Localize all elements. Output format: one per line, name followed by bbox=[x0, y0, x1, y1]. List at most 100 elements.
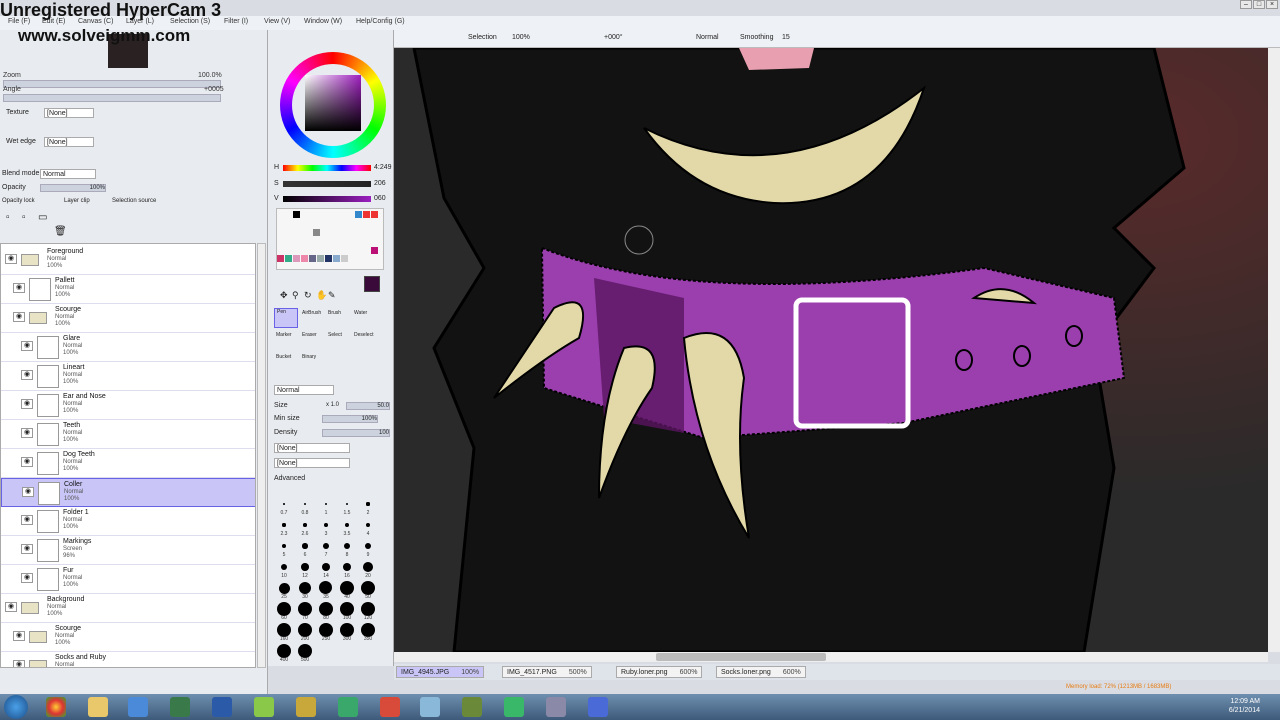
layer-row[interactable]: ◉ Coller Normal 100% bbox=[1, 478, 255, 507]
tool-select[interactable]: Select bbox=[328, 332, 342, 338]
texture-select[interactable]: [None] bbox=[44, 108, 94, 118]
visibility-eye-icon[interactable]: ◉ bbox=[21, 370, 33, 380]
swatch[interactable] bbox=[325, 255, 332, 262]
saturation-value-square[interactable] bbox=[305, 75, 361, 131]
swatch[interactable] bbox=[309, 255, 316, 262]
menu-view[interactable]: View (V) bbox=[264, 18, 290, 25]
visibility-eye-icon[interactable]: ◉ bbox=[21, 428, 33, 438]
layer-row[interactable]: ◉ Lineart Normal 100% bbox=[1, 362, 255, 391]
opacity-lock[interactable]: Opacity lock bbox=[2, 198, 35, 204]
brush-size-dot[interactable] bbox=[277, 623, 291, 637]
document-tab[interactable]: IMG_4517.PNG 500% bbox=[502, 666, 592, 678]
menu-filter[interactable]: Filter (I) bbox=[224, 18, 248, 25]
swatch[interactable] bbox=[293, 211, 300, 218]
app-icon[interactable] bbox=[380, 697, 400, 717]
layer-row[interactable]: ◉Socks and RubyNormal100% bbox=[1, 652, 255, 667]
swatch[interactable] bbox=[355, 211, 362, 218]
visibility-eye-icon[interactable]: ◉ bbox=[21, 515, 33, 525]
swatch[interactable] bbox=[333, 255, 340, 262]
new-folder-icon[interactable]: ▭ bbox=[38, 212, 47, 223]
hscroll-thumb[interactable] bbox=[656, 653, 826, 661]
layer-row[interactable]: ◉ Ear and Nose Normal 100% bbox=[1, 391, 255, 420]
visibility-eye-icon[interactable]: ◉ bbox=[5, 254, 17, 264]
swatch[interactable] bbox=[277, 255, 284, 262]
visibility-eye-icon[interactable]: ◉ bbox=[21, 399, 33, 409]
layer-row[interactable]: ◉ Background Normal 100% bbox=[1, 594, 255, 623]
visibility-eye-icon[interactable]: ◉ bbox=[21, 544, 33, 554]
minimize-icon[interactable]: – bbox=[1240, 0, 1252, 9]
app-icon[interactable] bbox=[420, 697, 440, 717]
brush-size-dot[interactable] bbox=[319, 623, 333, 637]
brush-size-dot[interactable] bbox=[301, 563, 309, 571]
swatch[interactable] bbox=[285, 255, 292, 262]
media-player-icon[interactable] bbox=[128, 697, 148, 717]
brush-size-dot[interactable] bbox=[298, 623, 312, 637]
brush-size-dot[interactable] bbox=[280, 563, 288, 571]
layer-row[interactable]: ◉ Folder 1 Normal 100% bbox=[1, 507, 255, 536]
brush-texture-select[interactable]: [None] bbox=[274, 458, 350, 468]
brush-size-dot[interactable] bbox=[319, 602, 333, 616]
swatch[interactable] bbox=[313, 229, 320, 236]
brush-size-dot[interactable] bbox=[324, 502, 328, 506]
brush-size-dot[interactable] bbox=[281, 543, 287, 549]
explorer-icon[interactable] bbox=[88, 697, 108, 717]
smoothing-value[interactable]: 15 bbox=[782, 34, 790, 41]
brush-size-dot[interactable] bbox=[366, 502, 370, 506]
brush-size-dot[interactable] bbox=[340, 602, 354, 616]
visibility-eye-icon[interactable]: ◉ bbox=[5, 602, 17, 612]
app-icon[interactable] bbox=[170, 697, 190, 717]
tool-blend-select[interactable]: Normal bbox=[274, 385, 334, 395]
visibility-eye-icon[interactable]: ◉ bbox=[21, 341, 33, 351]
swatch[interactable] bbox=[371, 211, 378, 218]
brush-size-dot[interactable] bbox=[324, 523, 328, 527]
hand-icon[interactable]: ✋ bbox=[316, 290, 327, 301]
wet-edge-select[interactable]: [None] bbox=[44, 137, 94, 147]
brush-size-dot[interactable] bbox=[298, 581, 312, 595]
document-tab[interactable]: Socks.loner.png 600% bbox=[716, 666, 806, 678]
visibility-eye-icon[interactable]: ◉ bbox=[13, 312, 25, 322]
start-button[interactable] bbox=[4, 695, 28, 719]
eyedropper-icon[interactable]: ✎ bbox=[328, 290, 336, 301]
brush-size-dot[interactable] bbox=[298, 602, 312, 616]
new-linework-icon[interactable]: ▫ bbox=[22, 212, 26, 223]
brush-size-dot[interactable] bbox=[365, 522, 371, 528]
brush-size-dot[interactable] bbox=[283, 503, 285, 505]
visibility-eye-icon[interactable]: ◉ bbox=[21, 457, 33, 467]
zoom-tool-icon[interactable]: ⚲ bbox=[292, 290, 299, 301]
brush-size-dot[interactable] bbox=[345, 502, 349, 506]
swatch[interactable] bbox=[301, 255, 308, 262]
swatch[interactable] bbox=[363, 211, 370, 218]
swatch[interactable] bbox=[341, 255, 348, 262]
advanced-checkbox[interactable]: Advanced bbox=[274, 475, 305, 482]
min-size-slider[interactable]: 100% bbox=[322, 415, 378, 423]
value-slider[interactable] bbox=[283, 196, 371, 202]
tool-airbrush[interactable]: AirBrush bbox=[302, 310, 321, 316]
app-icon[interactable] bbox=[338, 697, 358, 717]
tool-eraser[interactable]: Eraser bbox=[302, 332, 317, 338]
saturation-slider[interactable] bbox=[283, 181, 371, 187]
visibility-eye-icon[interactable]: ◉ bbox=[13, 283, 25, 293]
document-tab[interactable]: IMG_4945.JPG 100% bbox=[396, 666, 485, 678]
opacity-slider[interactable]: 100% bbox=[40, 184, 106, 192]
zoom-slider[interactable] bbox=[3, 80, 221, 88]
size-multiplier[interactable]: x 1.0 bbox=[326, 402, 339, 408]
brush-size-dot[interactable] bbox=[282, 523, 286, 527]
brush-size-dot[interactable] bbox=[361, 623, 375, 637]
canvas-horizontal-scrollbar[interactable] bbox=[394, 652, 1268, 662]
brush-size-dot[interactable] bbox=[302, 543, 308, 549]
rotate-icon[interactable]: ↻ bbox=[304, 290, 312, 301]
chrome-icon[interactable] bbox=[46, 697, 66, 717]
brush-size-dot[interactable] bbox=[363, 562, 373, 572]
visibility-eye-icon[interactable]: ◉ bbox=[22, 487, 34, 497]
clock[interactable]: 12:09 AM 6/21/2014 bbox=[1229, 697, 1260, 715]
canvas-angle-select[interactable]: +000° bbox=[604, 34, 623, 41]
brush-size-dot[interactable] bbox=[361, 581, 375, 595]
layer-row[interactable]: ◉ Dog Teeth Normal 100% bbox=[1, 449, 255, 478]
brush-size-dot[interactable] bbox=[298, 644, 312, 658]
app-icon[interactable] bbox=[212, 697, 232, 717]
size-slider[interactable]: 50.0 bbox=[346, 402, 390, 410]
brush-size-dot[interactable] bbox=[343, 542, 351, 550]
app-icon[interactable] bbox=[296, 697, 316, 717]
brush-size-dot[interactable] bbox=[323, 543, 329, 549]
brush-size-dot[interactable] bbox=[340, 623, 354, 637]
